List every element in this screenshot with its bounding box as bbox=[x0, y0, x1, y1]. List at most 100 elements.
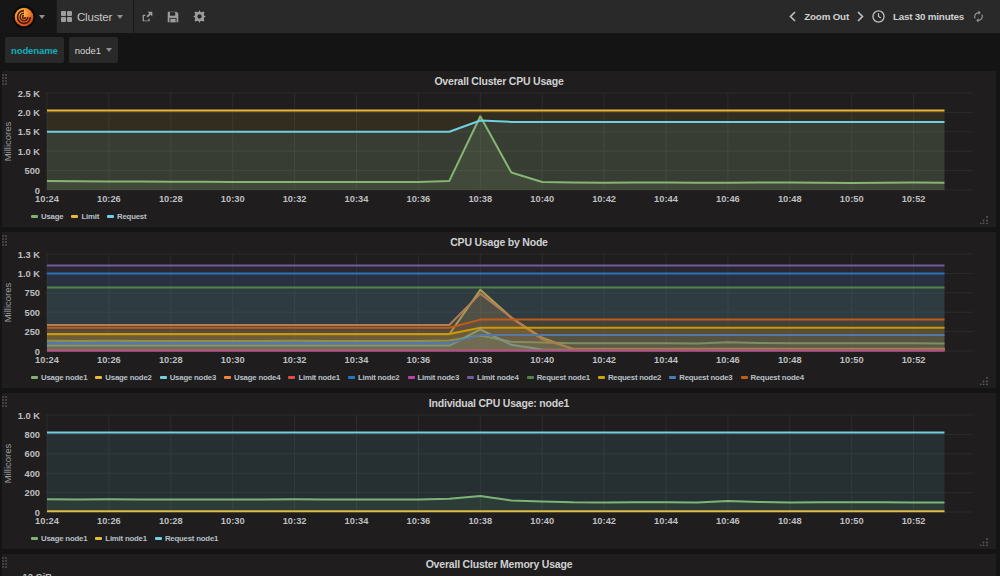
time-shift-right-button[interactable] bbox=[857, 11, 864, 22]
legend-swatch bbox=[408, 376, 415, 379]
x-tick-label: 10:52 bbox=[902, 516, 926, 526]
legend-swatch bbox=[107, 215, 114, 218]
x-tick-label: 10:46 bbox=[716, 355, 740, 365]
x-tick-label: 10:32 bbox=[283, 355, 307, 365]
x-tick-label: 10:38 bbox=[468, 355, 492, 365]
legend-item-request-node4[interactable]: Request node4 bbox=[741, 373, 804, 382]
x-tick-label: 10:40 bbox=[530, 194, 554, 204]
legend-item-usage[interactable]: Usage bbox=[31, 212, 63, 221]
legend-label: Usage node1 bbox=[41, 373, 87, 382]
y-tick-label: 500 bbox=[24, 308, 40, 318]
legend-item-request-node1[interactable]: Request node1 bbox=[155, 534, 218, 543]
legend-item-limit-node1[interactable]: Limit node1 bbox=[95, 534, 147, 543]
panel-chart: 12 GiB bbox=[2, 554, 996, 576]
y-tick-label: 200 bbox=[24, 488, 40, 498]
x-tick-label: 10:48 bbox=[778, 194, 802, 204]
legend-label: Request node2 bbox=[608, 373, 661, 382]
x-tick-label: 10:40 bbox=[530, 516, 554, 526]
time-range-label[interactable]: Last 30 minutes bbox=[893, 11, 964, 22]
legend-item-limit-node4[interactable]: Limit node4 bbox=[467, 373, 519, 382]
x-tick-label: 10:50 bbox=[840, 516, 864, 526]
legend-label: Usage node1 bbox=[41, 534, 87, 543]
legend-swatch bbox=[31, 215, 38, 218]
x-tick-label: 10:36 bbox=[407, 355, 431, 365]
refresh-button[interactable] bbox=[972, 10, 985, 23]
legend-swatch bbox=[31, 537, 38, 540]
legend-item-request-node1[interactable]: Request node1 bbox=[527, 373, 590, 382]
dashboard-caret-icon bbox=[117, 15, 123, 19]
legend-swatch bbox=[288, 376, 295, 379]
y-axis-label: Millicores bbox=[2, 282, 13, 322]
share-button[interactable] bbox=[135, 4, 159, 30]
y-tick-label: 1.3 K bbox=[18, 250, 41, 260]
x-tick-label: 10:30 bbox=[221, 355, 245, 365]
legend-label: Usage node4 bbox=[234, 373, 280, 382]
x-tick-label: 10:42 bbox=[592, 194, 616, 204]
y-tick-label: 1.0 K bbox=[18, 411, 41, 421]
x-tick-label: 10:28 bbox=[159, 355, 183, 365]
x-tick-label: 10:38 bbox=[468, 194, 492, 204]
settings-button[interactable] bbox=[187, 4, 211, 30]
x-tick-label: 10:24 bbox=[35, 355, 60, 365]
panel-resize-handle[interactable] bbox=[980, 377, 988, 385]
x-tick-label: 10:48 bbox=[778, 355, 802, 365]
x-tick-label: 10:44 bbox=[654, 355, 679, 365]
grafana-logo-icon bbox=[12, 5, 36, 29]
panel-individual-cpu-usage-node1: Individual CPU Usage: node10200400600800… bbox=[2, 393, 996, 549]
panel-chart: 02004006008001.0 K10:2410:2610:2810:3010… bbox=[2, 393, 996, 549]
save-button[interactable] bbox=[161, 4, 185, 30]
variable-value-dropdown[interactable]: node1 bbox=[69, 37, 118, 63]
share-icon bbox=[140, 10, 153, 23]
zoom-out-button[interactable]: Zoom Out bbox=[804, 11, 849, 22]
legend-label: Limit bbox=[81, 212, 99, 221]
legend-item-usage-node2[interactable]: Usage node2 bbox=[95, 373, 151, 382]
y-tick-label: 12 GiB bbox=[23, 572, 53, 576]
grafana-menu[interactable] bbox=[0, 0, 56, 33]
legend-swatch bbox=[467, 376, 474, 379]
panel-overall-cluster-memory-usage: Overall Cluster Memory Usage12 GiB bbox=[2, 554, 996, 576]
x-tick-label: 10:40 bbox=[530, 355, 554, 365]
legend-item-usage-node1[interactable]: Usage node1 bbox=[31, 534, 87, 543]
legend-item-request[interactable]: Request bbox=[107, 212, 146, 221]
panel-resize-handle[interactable] bbox=[980, 216, 988, 224]
legend-swatch bbox=[95, 376, 102, 379]
navbar: Cluster Zoom Ou bbox=[0, 0, 1000, 33]
y-tick-label: 400 bbox=[24, 469, 40, 479]
panel-legend: Usage Limit Request bbox=[31, 212, 146, 221]
x-tick-label: 10:46 bbox=[716, 516, 740, 526]
time-shift-left-button[interactable] bbox=[789, 11, 796, 22]
legend-item-usage-node1[interactable]: Usage node1 bbox=[31, 373, 87, 382]
x-tick-label: 10:26 bbox=[97, 194, 121, 204]
x-tick-label: 10:52 bbox=[902, 194, 926, 204]
y-axis-label: Millicores bbox=[2, 121, 13, 161]
legend-swatch bbox=[669, 376, 676, 379]
legend-label: Request node1 bbox=[165, 534, 218, 543]
legend-item-request-node3[interactable]: Request node3 bbox=[669, 373, 732, 382]
dashboard-picker[interactable]: Cluster bbox=[56, 0, 134, 33]
legend-item-request-node2[interactable]: Request node2 bbox=[598, 373, 661, 382]
x-tick-label: 10:44 bbox=[654, 194, 679, 204]
dashboard-grid-icon bbox=[61, 11, 72, 22]
template-variables-bar: nodename node1 bbox=[0, 33, 1000, 71]
save-icon bbox=[167, 10, 179, 22]
legend-label: Usage bbox=[41, 212, 63, 221]
legend-label: Limit node2 bbox=[358, 373, 400, 382]
dashboard-title: Cluster bbox=[77, 11, 112, 23]
legend-item-limit-node2[interactable]: Limit node2 bbox=[348, 373, 400, 382]
x-tick-label: 10:42 bbox=[592, 355, 616, 365]
time-range-picker[interactable] bbox=[872, 10, 885, 23]
x-tick-label: 10:30 bbox=[221, 516, 245, 526]
legend-item-limit-node1[interactable]: Limit node1 bbox=[288, 373, 340, 382]
x-tick-label: 10:30 bbox=[221, 194, 245, 204]
x-tick-label: 10:26 bbox=[97, 355, 121, 365]
legend-item-limit-node3[interactable]: Limit node3 bbox=[408, 373, 460, 382]
legend-item-usage-node3[interactable]: Usage node3 bbox=[160, 373, 216, 382]
legend-item-limit[interactable]: Limit bbox=[71, 212, 99, 221]
legend-swatch bbox=[71, 215, 78, 218]
clock-icon bbox=[872, 10, 885, 23]
legend-item-usage-node4[interactable]: Usage node4 bbox=[224, 373, 280, 382]
x-tick-label: 10:24 bbox=[35, 516, 60, 526]
legend-swatch bbox=[95, 537, 102, 540]
panel-resize-handle[interactable] bbox=[980, 538, 988, 546]
legend-label: Limit node1 bbox=[298, 373, 340, 382]
